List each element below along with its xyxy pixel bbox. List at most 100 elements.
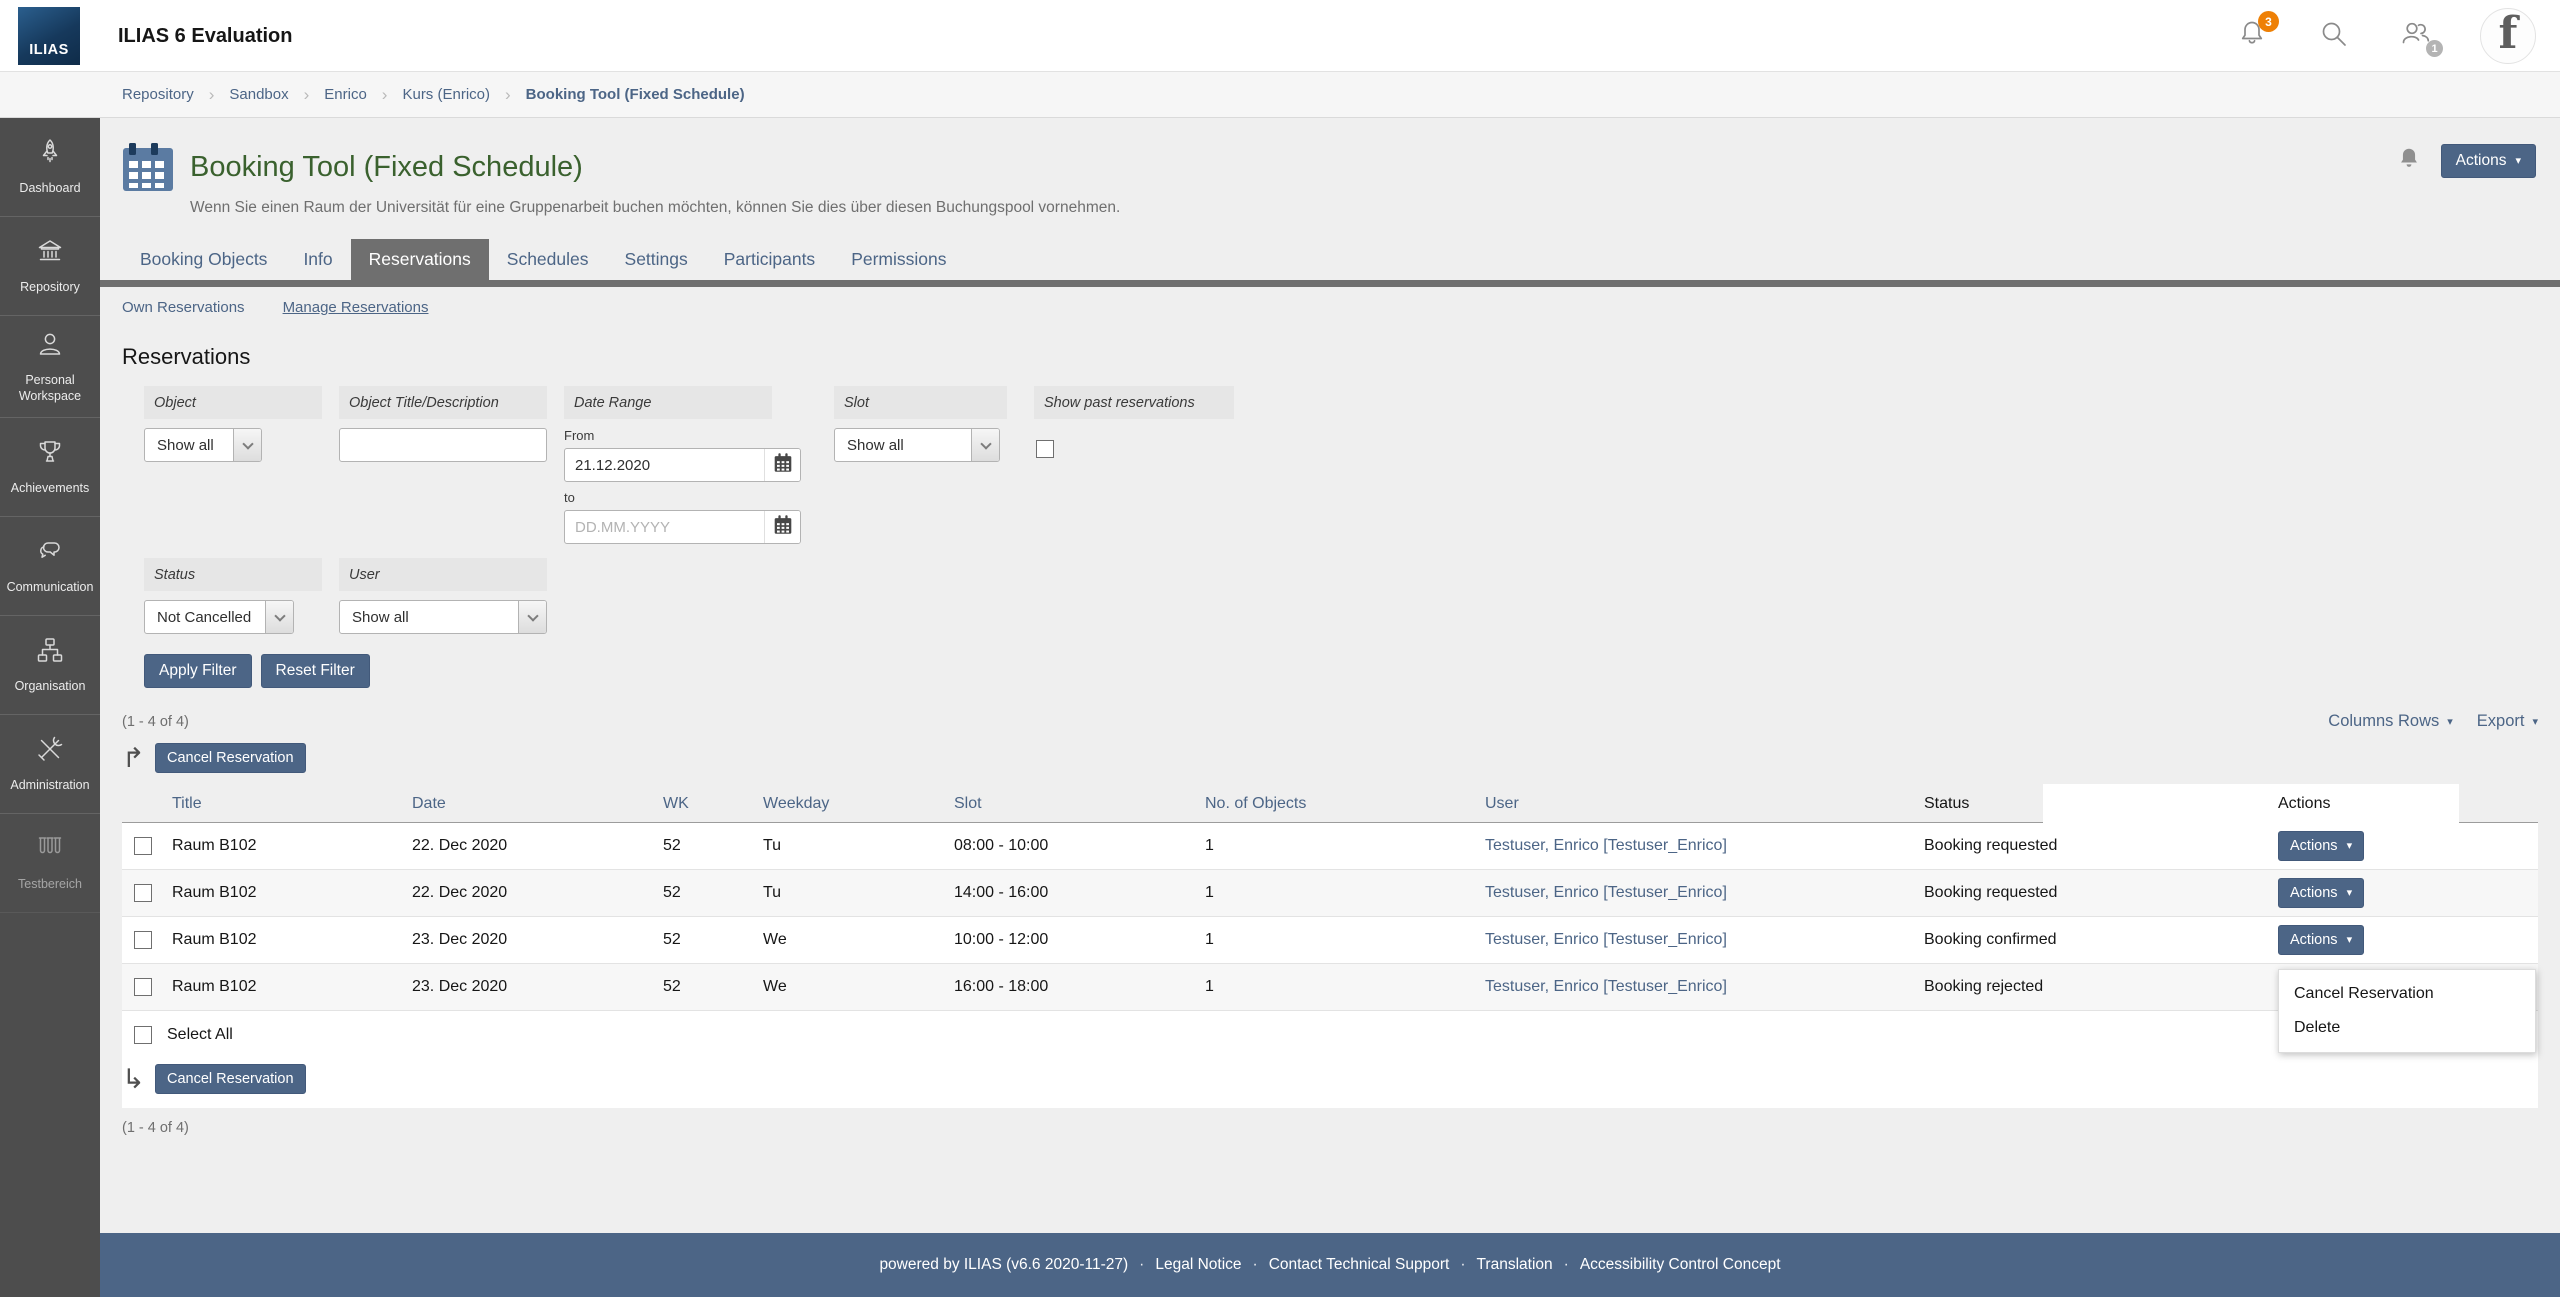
- row-checkbox[interactable]: [134, 978, 152, 996]
- search-button[interactable]: [2316, 18, 2352, 54]
- tab-booking-objects[interactable]: Booking Objects: [122, 239, 285, 280]
- tab-info[interactable]: Info: [285, 239, 350, 280]
- tab-participants[interactable]: Participants: [706, 239, 833, 280]
- sidebar-item-label: Achievements: [10, 481, 90, 496]
- table-header-no-of-objects[interactable]: No. of Objects: [1195, 795, 1475, 813]
- user-filter-label: User: [339, 558, 547, 591]
- past-reservations-checkbox[interactable]: [1036, 440, 1054, 458]
- tab-permissions[interactable]: Permissions: [833, 239, 964, 280]
- object-notification-bell-icon[interactable]: [2395, 145, 2423, 178]
- row-actions-button[interactable]: Actions▾: [2278, 831, 2365, 861]
- sidebar-item-testbereich[interactable]: Testbereich: [0, 814, 100, 914]
- sidebar-item-communication[interactable]: Communication: [0, 517, 100, 617]
- caret-down-icon: ▾: [2346, 886, 2353, 899]
- sidebar-item-administration[interactable]: Administration: [0, 715, 100, 815]
- menu-item-cancel-reservation[interactable]: Cancel Reservation: [2279, 977, 2535, 1011]
- table-header-title[interactable]: Title: [162, 795, 402, 813]
- sidebar-item-repository[interactable]: Repository: [0, 217, 100, 316]
- slot-filter-select[interactable]: Show all: [834, 428, 1000, 462]
- online-users-badge: 1: [2426, 40, 2443, 57]
- footer-link-accessibility-control-concept[interactable]: Accessibility Control Concept: [1580, 1256, 1781, 1274]
- menu-item-delete[interactable]: Delete: [2279, 1011, 2535, 1045]
- user-link[interactable]: Testuser, Enrico [Testuser_Enrico]: [1485, 884, 1727, 901]
- breadcrumb-item-repository[interactable]: Repository: [122, 86, 194, 103]
- bulk-cancel-reservation-bottom-button[interactable]: Cancel Reservation: [155, 1064, 306, 1094]
- select-all-checkbox[interactable]: [134, 1025, 152, 1044]
- row-checkbox[interactable]: [134, 931, 152, 949]
- row-checkbox-cell: [122, 931, 162, 949]
- row-checkbox[interactable]: [134, 837, 152, 855]
- sidebar-item-dashboard[interactable]: Dashboard: [0, 118, 100, 217]
- breadcrumb-separator: ›: [303, 84, 310, 104]
- sidebar: Dashboard Repository Personal Workspace Ach…: [0, 118, 100, 1297]
- date-from-calendar-button[interactable]: [764, 449, 800, 481]
- select-all-label: Select All: [167, 1025, 233, 1043]
- table-header-wk[interactable]: WK: [653, 795, 753, 813]
- user-filter-select[interactable]: Show all: [339, 600, 547, 634]
- bulk-cancel-reservation-top-button[interactable]: Cancel Reservation: [155, 743, 306, 773]
- row-objects: 1: [1205, 884, 1214, 901]
- footer-link-contact-technical-support[interactable]: Contact Technical Support: [1269, 1256, 1450, 1274]
- row-checkbox[interactable]: [134, 884, 152, 902]
- user-link[interactable]: Testuser, Enrico [Testuser_Enrico]: [1485, 978, 1727, 995]
- sidebar-item-label: Testbereich: [18, 877, 82, 892]
- sidebar-item-organisation[interactable]: Organisation: [0, 616, 100, 716]
- result-count-bottom: (1 - 4 of 4): [122, 1120, 189, 1136]
- top-icon-bar: 3 1 f: [2234, 0, 2536, 72]
- row-date: 23. Dec 2020: [412, 978, 508, 995]
- tab-schedules[interactable]: Schedules: [489, 239, 607, 280]
- date-from-input[interactable]: [565, 449, 764, 481]
- page-actions-button[interactable]: Actions ▾: [2440, 144, 2536, 178]
- row-user-cell: Testuser, Enrico [Testuser_Enrico]: [1475, 931, 1914, 949]
- footer-link-legal-notice[interactable]: Legal Notice: [1155, 1256, 1241, 1274]
- sidebar-item-label: Communication: [6, 580, 94, 595]
- object-filter-select[interactable]: Show all: [144, 428, 262, 462]
- breadcrumb-item-booking-tool-fixed-schedule[interactable]: Booking Tool (Fixed Schedule): [526, 86, 745, 103]
- status-filter-label: Status: [144, 558, 322, 591]
- subtab-manage-reservations[interactable]: Manage Reservations: [283, 299, 429, 316]
- footer-link-translation[interactable]: Translation: [1477, 1256, 1553, 1274]
- notification-bell-button[interactable]: 3: [2234, 11, 2279, 54]
- date-to-calendar-button[interactable]: [764, 511, 800, 543]
- table-header-weekday[interactable]: Weekday: [753, 795, 944, 813]
- table-header-user[interactable]: User: [1475, 795, 1914, 813]
- date-range-filter-field: Date Range From to: [564, 386, 801, 544]
- chevron-down-icon: [233, 429, 261, 461]
- table-header-slot[interactable]: Slot: [944, 795, 1195, 813]
- date-to-input[interactable]: [565, 511, 764, 543]
- date-from-group: [564, 448, 801, 482]
- apply-filter-button[interactable]: Apply Filter: [144, 654, 252, 688]
- sidebar-item-personal-workspace[interactable]: Personal Workspace: [0, 316, 100, 419]
- title-desc-filter-field: Object Title/Description: [339, 386, 547, 462]
- status-filter-select[interactable]: Not Cancelled: [144, 600, 294, 634]
- footer-separator: ·: [1252, 1256, 1258, 1273]
- ilias-logo[interactable]: ILIAS: [18, 7, 80, 65]
- table-header-date[interactable]: Date: [402, 795, 653, 813]
- table-footer: Select All ↳ Cancel Reservation: [122, 1011, 2538, 1108]
- tab-settings[interactable]: Settings: [607, 239, 706, 280]
- avatar[interactable]: f: [2480, 8, 2536, 64]
- subtab-own-reservations[interactable]: Own Reservations: [122, 299, 245, 316]
- title-desc-input[interactable]: [339, 428, 547, 462]
- breadcrumb-item-enrico[interactable]: Enrico: [324, 86, 367, 103]
- columns-rows-dropdown[interactable]: Columns Rows ▾: [2328, 712, 2452, 731]
- breadcrumb-item-sandbox[interactable]: Sandbox: [229, 86, 288, 103]
- footer: powered by ILIAS (v6.6 2020-11-27) · Lega…: [100, 1233, 2560, 1297]
- row-status: Booking requested: [1924, 837, 2058, 854]
- export-dropdown[interactable]: Export ▾: [2477, 712, 2538, 731]
- row-title: Raum B102: [172, 837, 257, 854]
- online-users-button[interactable]: 1: [2398, 18, 2443, 57]
- row-date: 22. Dec 2020: [412, 837, 508, 854]
- calendar-icon: [771, 451, 795, 480]
- breadcrumb-item-kurs-enrico[interactable]: Kurs (Enrico): [402, 86, 490, 103]
- calendar-icon: [771, 513, 795, 542]
- row-actions-button[interactable]: Actions▾: [2278, 878, 2365, 908]
- tab-reservations[interactable]: Reservations: [350, 239, 489, 280]
- slot-filter-label: Slot: [834, 386, 1007, 419]
- reset-filter-button[interactable]: Reset Filter: [260, 654, 370, 688]
- sidebar-item-achievements[interactable]: Achievements: [0, 418, 100, 518]
- calendar-icon: [122, 142, 174, 192]
- user-link[interactable]: Testuser, Enrico [Testuser_Enrico]: [1485, 837, 1727, 854]
- user-link[interactable]: Testuser, Enrico [Testuser_Enrico]: [1485, 931, 1727, 948]
- row-actions-button[interactable]: Actions▾: [2278, 925, 2365, 955]
